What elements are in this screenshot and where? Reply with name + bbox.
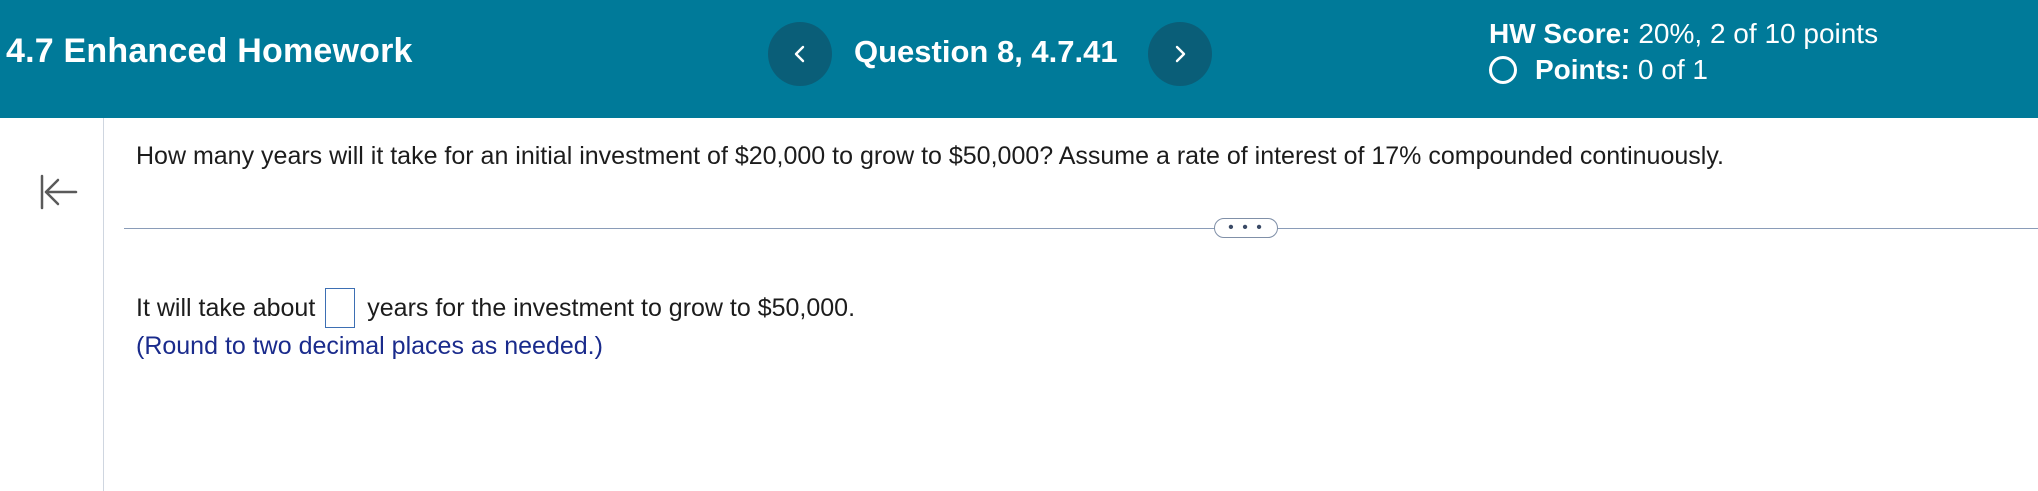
points-value: 0 of 1 [1637,54,1708,85]
question-points: Points: 0 of 1 [1489,54,1708,86]
points-label: Points: [1535,54,1630,85]
section-divider [124,228,2038,229]
hw-score-value: 20%, 2 of 10 points [1638,18,1879,49]
left-rail [0,118,104,491]
question-prompt: How many years will it take for an initi… [136,142,1724,170]
header-bar: 4.7 Enhanced Homework Question 8, 4.7.41… [0,0,2038,118]
chevron-right-icon [1175,45,1186,63]
answer-suffix: years for the investment to grow to $50,… [367,293,856,322]
answer-prefix: It will take about [136,293,316,322]
hw-score: HW Score: 20%, 2 of 10 points [1489,18,1878,50]
collapse-left-icon [40,174,78,210]
hw-score-label: HW Score: [1489,18,1631,49]
previous-question-button[interactable] [768,22,832,86]
status-circle-icon [1489,56,1517,84]
show-more-button[interactable]: • • • [1214,218,1278,238]
assignment-title: 4.7 Enhanced Homework [6,32,413,70]
next-question-button[interactable] [1148,22,1212,86]
answer-sentence: It will take about years for the investm… [136,288,855,328]
question-title: Question 8, 4.7.41 [854,34,1118,69]
collapse-panel-button[interactable] [34,168,82,216]
chevron-left-icon [794,45,805,63]
answer-input[interactable] [325,288,356,328]
rounding-hint: (Round to two decimal places as needed.) [136,332,603,360]
